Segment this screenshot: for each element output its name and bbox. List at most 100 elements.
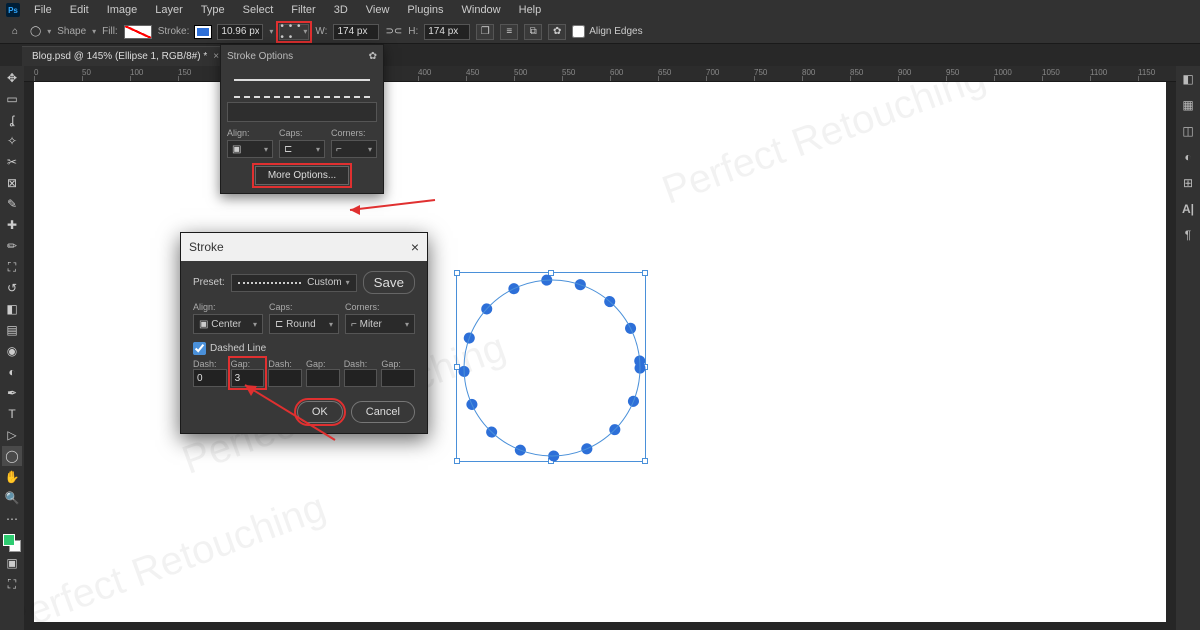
- pen-tool-icon[interactable]: ✒: [2, 383, 22, 403]
- stroke-swatch[interactable]: [195, 26, 211, 38]
- fill-label: Fill:: [102, 26, 118, 37]
- dodge-tool-icon[interactable]: ◐: [2, 362, 22, 382]
- zoom-tool-icon[interactable]: 🔍: [2, 488, 22, 508]
- arrange-icon[interactable]: ⧉: [524, 24, 542, 40]
- link-wh-icon[interactable]: ⊃⊂: [385, 26, 402, 37]
- gradient-tool-icon[interactable]: ▤: [2, 320, 22, 340]
- flyout-align-dropdown[interactable]: ▣▾: [227, 140, 273, 158]
- dashed-line-checkbox[interactable]: Dashed Line: [193, 342, 415, 355]
- corners-dropdown[interactable]: ⌐ Miter▾: [345, 314, 415, 334]
- stroke-dashed-option[interactable]: [227, 85, 377, 99]
- width-input[interactable]: [333, 24, 379, 40]
- home-icon[interactable]: ⌂: [6, 23, 24, 41]
- stroke-solid-option[interactable]: [227, 68, 377, 82]
- selection-bounds[interactable]: [456, 272, 646, 462]
- stroke-dotted-option[interactable]: [227, 102, 377, 122]
- menu-3d[interactable]: 3D: [326, 2, 356, 18]
- dash2-input[interactable]: [268, 369, 302, 387]
- options-bar: ⌂ ◯▾ Shape▾ Fill: Stroke: ▾ • • • • • ▾ …: [0, 20, 1200, 44]
- path-ops-icon[interactable]: ❐: [476, 24, 494, 40]
- crop-tool-icon[interactable]: ✂: [2, 152, 22, 172]
- brush-tool-icon[interactable]: ✏: [2, 236, 22, 256]
- height-input[interactable]: [424, 24, 470, 40]
- quickmask-icon[interactable]: ▣: [2, 553, 22, 573]
- eyedropper-tool-icon[interactable]: ✎: [2, 194, 22, 214]
- menu-bar: Ps File Edit Image Layer Type Select Fil…: [0, 0, 1200, 20]
- stroke-type-dropdown[interactable]: • • • • • ▾: [279, 24, 309, 40]
- character-panel-icon[interactable]: A|: [1179, 200, 1197, 218]
- document-tabs: Blog.psd @ 145% (Ellipse 1, RGB/8#) *×: [0, 44, 1200, 66]
- ok-button[interactable]: OK: [297, 401, 343, 423]
- menu-plugins[interactable]: Plugins: [399, 2, 451, 18]
- menu-window[interactable]: Window: [454, 2, 509, 18]
- menu-help[interactable]: Help: [511, 2, 550, 18]
- path-select-icon[interactable]: ▷: [2, 425, 22, 445]
- lasso-tool-icon[interactable]: ʆ: [2, 110, 22, 130]
- blur-tool-icon[interactable]: ◉: [2, 341, 22, 361]
- eraser-tool-icon[interactable]: ◧: [2, 299, 22, 319]
- menu-select[interactable]: Select: [235, 2, 282, 18]
- align-icon[interactable]: ≡: [500, 24, 518, 40]
- stroke-width-input[interactable]: [217, 24, 263, 40]
- flyout-caps-label: Caps:: [279, 128, 325, 138]
- more-tools-icon[interactable]: ⋯: [2, 509, 22, 529]
- watermark: Perfect Retouching: [24, 485, 332, 630]
- save-preset-button[interactable]: Save: [363, 271, 415, 294]
- align-label: Align:: [193, 302, 263, 312]
- dash3-input[interactable]: [344, 369, 378, 387]
- swatches-panel-icon[interactable]: ▦: [1179, 96, 1197, 114]
- stroke-options-flyout: Stroke Options✿ Align:▣▾ Caps:⊏▾ Corners…: [220, 44, 384, 194]
- gear-icon[interactable]: ✿: [548, 24, 566, 40]
- app-icon: Ps: [6, 3, 20, 17]
- move-tool-icon[interactable]: ✥: [2, 68, 22, 88]
- gap3-label: Gap:: [381, 359, 415, 369]
- dash1-input[interactable]: [193, 369, 227, 387]
- caps-dropdown[interactable]: ⊏ Round▾: [269, 314, 339, 334]
- heal-tool-icon[interactable]: ✚: [2, 215, 22, 235]
- align-edges-checkbox[interactable]: Align Edges: [572, 25, 642, 38]
- flyout-align-label: Align:: [227, 128, 273, 138]
- corners-label: Corners:: [345, 302, 415, 312]
- menu-view[interactable]: View: [358, 2, 398, 18]
- frame-tool-icon[interactable]: ⊠: [2, 173, 22, 193]
- fill-swatch[interactable]: [124, 25, 152, 39]
- history-brush-icon[interactable]: ↺: [2, 278, 22, 298]
- document-tab[interactable]: Blog.psd @ 145% (Ellipse 1, RGB/8#) *×: [22, 46, 229, 66]
- stamp-tool-icon[interactable]: ⛶: [2, 257, 22, 277]
- shape-mode-label[interactable]: Shape: [57, 26, 86, 37]
- dialog-close-icon[interactable]: ×: [411, 239, 419, 255]
- color-panel-icon[interactable]: ◧: [1179, 70, 1197, 88]
- menu-image[interactable]: Image: [99, 2, 146, 18]
- flyout-corners-dropdown[interactable]: ⌐▾: [331, 140, 377, 158]
- paragraph-panel-icon[interactable]: ¶: [1179, 226, 1197, 244]
- ellipse-tool-icon[interactable]: ◯: [30, 26, 41, 37]
- shape-tool-icon[interactable]: ◯: [2, 446, 22, 466]
- type-tool-icon[interactable]: T: [2, 404, 22, 424]
- gap3-input[interactable]: [381, 369, 415, 387]
- dash3-label: Dash:: [344, 359, 378, 369]
- align-dropdown[interactable]: ▣ Center▾: [193, 314, 263, 334]
- flyout-gear-icon[interactable]: ✿: [369, 51, 377, 62]
- menu-type[interactable]: Type: [193, 2, 233, 18]
- preset-dropdown[interactable]: Custom▾: [231, 274, 357, 292]
- flyout-title: Stroke Options: [227, 51, 293, 62]
- adjustments-panel-icon[interactable]: ◐: [1179, 148, 1197, 166]
- menu-filter[interactable]: Filter: [283, 2, 323, 18]
- gap1-input[interactable]: [231, 369, 265, 387]
- menu-file[interactable]: File: [26, 2, 60, 18]
- more-options-button[interactable]: More Options...: [255, 166, 349, 185]
- menu-edit[interactable]: Edit: [62, 2, 97, 18]
- menu-layer[interactable]: Layer: [147, 2, 191, 18]
- cancel-button[interactable]: Cancel: [351, 401, 415, 423]
- gap2-input[interactable]: [306, 369, 340, 387]
- flyout-caps-dropdown[interactable]: ⊏▾: [279, 140, 325, 158]
- color-swatches[interactable]: [3, 534, 21, 552]
- marquee-tool-icon[interactable]: ▭: [2, 89, 22, 109]
- properties-panel-icon[interactable]: ◫: [1179, 122, 1197, 140]
- caps-label: Caps:: [269, 302, 339, 312]
- wand-tool-icon[interactable]: ✧: [2, 131, 22, 151]
- close-tab-icon[interactable]: ×: [213, 51, 219, 62]
- screenmode-icon[interactable]: ⛶: [2, 574, 22, 594]
- libraries-panel-icon[interactable]: ⊞: [1179, 174, 1197, 192]
- hand-tool-icon[interactable]: ✋: [2, 467, 22, 487]
